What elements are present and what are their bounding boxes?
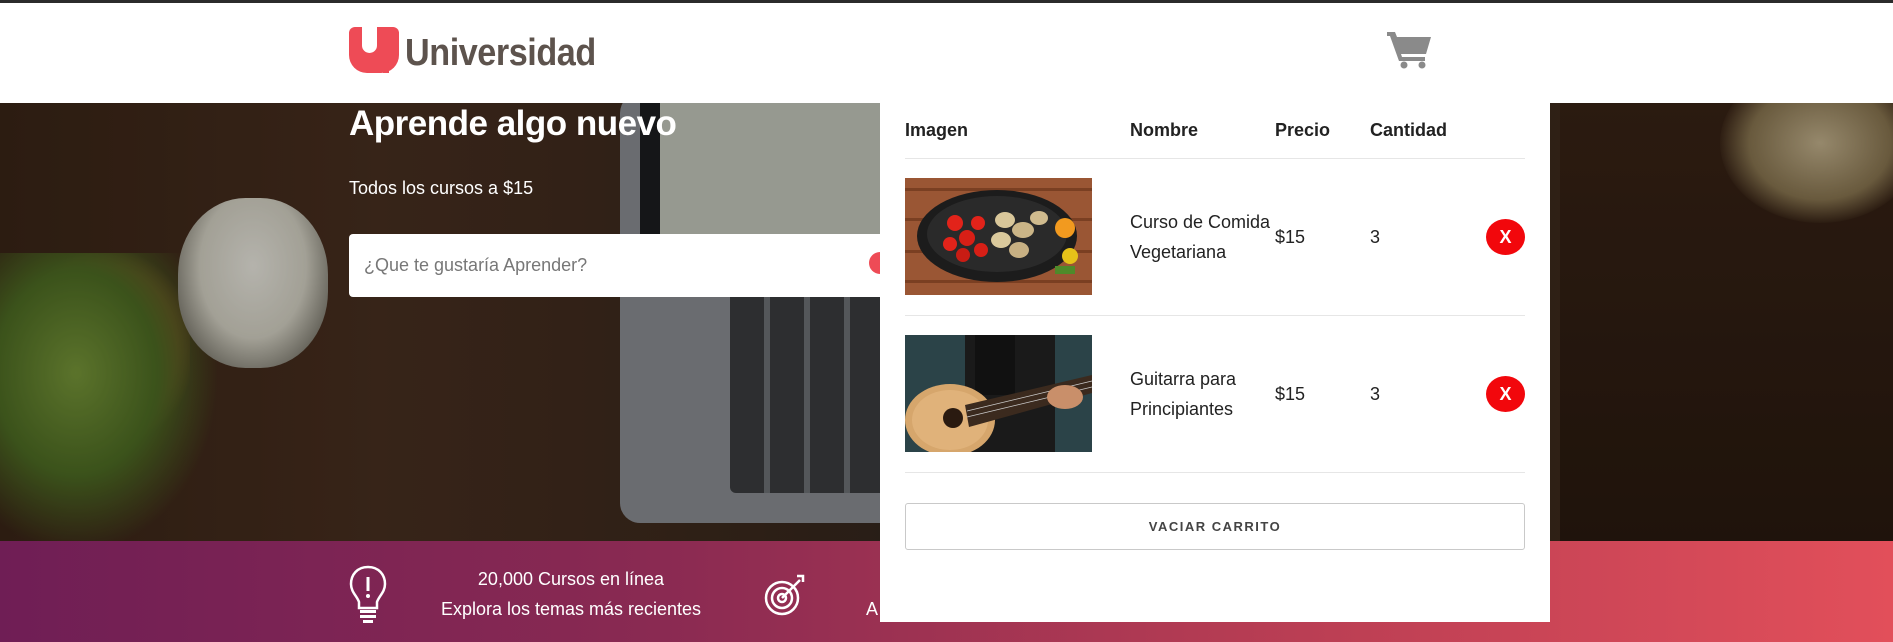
shopping-cart-icon[interactable]: [1387, 29, 1433, 69]
logo-text: Universidad: [405, 32, 596, 74]
cart-row: Curso de Comida Vegetariana $15 3 X: [905, 158, 1525, 316]
header-price: Precio: [1275, 103, 1370, 159]
cart-cell-price: $15: [1275, 158, 1370, 316]
courses-count-text: 20,000 Cursos en línea: [477, 569, 665, 589]
header-quantity: Cantidad: [1370, 103, 1485, 159]
cart-cell-price: $15: [1275, 315, 1370, 473]
header-delete: [1485, 103, 1525, 159]
course-image-vegetarian: [905, 178, 1092, 295]
cart-cell-delete: X: [1485, 315, 1525, 473]
cart-row: Guitarra para Principiantes $15 3 X: [905, 315, 1525, 473]
header-name: Nombre: [1130, 103, 1275, 159]
logo-mark: [349, 27, 399, 73]
cart-cell-delete: X: [1485, 158, 1525, 316]
cart-cell-quantity: 3: [1370, 315, 1485, 473]
courses-explore-text: Explora los temas más recientes: [440, 599, 702, 619]
hero-title: Aprende algo nuevo: [349, 104, 677, 143]
cart-table: Imagen Nombre Precio Cantidad Curso de C…: [905, 103, 1525, 473]
clear-cart-button[interactable]: VACIAR CARRITO: [905, 503, 1525, 550]
logo[interactable]: Universidad: [349, 27, 617, 73]
search-input[interactable]: [349, 234, 889, 297]
remove-item-button[interactable]: X: [1486, 375, 1525, 412]
target-icon: [764, 574, 805, 616]
cart-cell-image: [905, 315, 1130, 473]
course-image-guitar: [905, 335, 1092, 452]
remove-item-button[interactable]: X: [1486, 218, 1525, 255]
cart-dropdown: Imagen Nombre Precio Cantidad Curso de C…: [880, 103, 1550, 622]
cart-cell-image: [905, 158, 1130, 316]
feature-text-partial: A: [866, 599, 879, 619]
cart-cell-name: Guitarra para Principiantes: [1130, 315, 1275, 473]
site-header: Universidad: [0, 3, 1893, 103]
hero-subtitle: Todos los cursos a $15: [349, 178, 534, 198]
cart-header-row: Imagen Nombre Precio Cantidad: [905, 103, 1525, 159]
cart-cell-name: Curso de Comida Vegetariana: [1130, 158, 1275, 316]
header-image: Imagen: [905, 103, 1130, 159]
lightbulb-icon: [349, 565, 387, 623]
search-box: [349, 234, 891, 297]
cart-cell-quantity: 3: [1370, 158, 1485, 316]
